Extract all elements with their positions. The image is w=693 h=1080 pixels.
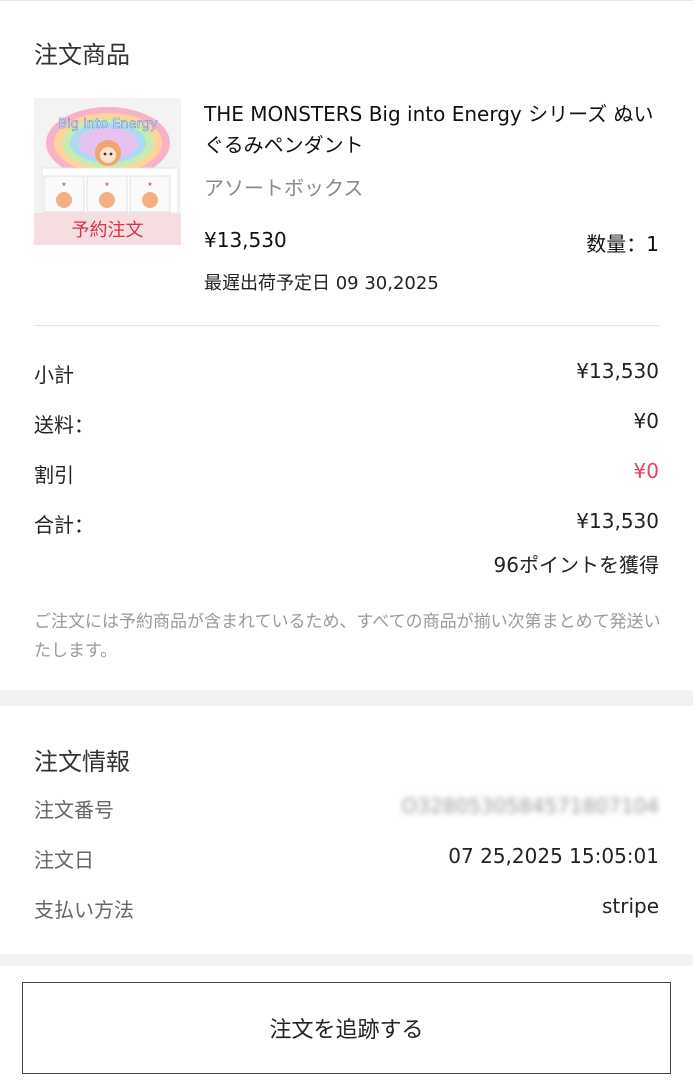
preorder-badge: 予約注文 [34, 213, 181, 245]
box-title-text: Big into Energy [58, 117, 158, 132]
bottom-action-bar: 注文を追跡する [0, 966, 693, 1080]
order-info-title: 注文情報 [34, 748, 130, 776]
order-number-row: 注文番号 O32805305845718071​04 [34, 794, 659, 824]
product-price: ¥13,530 [204, 228, 287, 252]
product-image[interactable]: Big into Energy ★ ★ ★ 予約注文 [34, 98, 181, 245]
order-date-value: 07 25,2025 15:05:01 [448, 844, 659, 868]
order-date-label: 注文日 [34, 848, 94, 872]
payment-method-row: 支払い方法 stripe [34, 894, 659, 924]
svg-text:★: ★ [147, 181, 152, 188]
latest-ship-date: 最遅出荷予定日 09 30,2025 [204, 273, 439, 294]
svg-text:★: ★ [104, 181, 109, 188]
product-quantity: 数量：1 [586, 232, 659, 256]
product-name[interactable]: THE MONSTERS Big into Energy シリーズ ぬいぐるみペ… [204, 99, 664, 161]
shipping-label: 送料： [34, 413, 94, 437]
product-variant: アソートボックス [204, 176, 364, 200]
points-earned: 96ポイントを獲得 [493, 553, 659, 577]
total-label: 合計： [34, 513, 94, 537]
subtotal-value: ¥13,530 [576, 359, 659, 383]
total-value: ¥13,530 [576, 509, 659, 533]
preorder-notice: ご注文には予約商品が含まれているため、すべての商品が揃い次第まとめて発送いたしま… [34, 612, 661, 661]
points-row: 96ポイントを獲得 [34, 549, 659, 579]
order-items-title: 注文商品 [34, 41, 130, 69]
subtotal-label: 小計 [34, 363, 74, 387]
subtotal-row: 小計 ¥13,530 [34, 359, 659, 389]
discount-label: 割引 [34, 463, 74, 487]
order-info-section: 注文情報 注文番号 O32805305845718071​04 注文日 07 2… [0, 706, 693, 954]
track-order-button[interactable]: 注文を追跡する [22, 982, 671, 1074]
shipping-row: 送料： ¥0 [34, 409, 659, 439]
total-row: 合計： ¥13,530 [34, 509, 659, 539]
order-items-section: 注文商品 Big into Energy ★ ★ ★ 予約注文 THE MONS… [0, 0, 693, 690]
payment-method-label: 支払い方法 [34, 898, 134, 922]
svg-text:★: ★ [61, 181, 66, 188]
discount-value: ¥0 [633, 459, 659, 483]
discount-row: 割引 ¥0 [34, 459, 659, 489]
order-number-label: 注文番号 [34, 798, 114, 822]
order-number-value[interactable]: O32805305845718071​04 [401, 794, 659, 818]
payment-method-value: stripe [601, 894, 659, 918]
order-date-row: 注文日 07 25,2025 15:05:01 [34, 844, 659, 874]
divider [34, 325, 659, 326]
shipping-value: ¥0 [633, 409, 659, 433]
